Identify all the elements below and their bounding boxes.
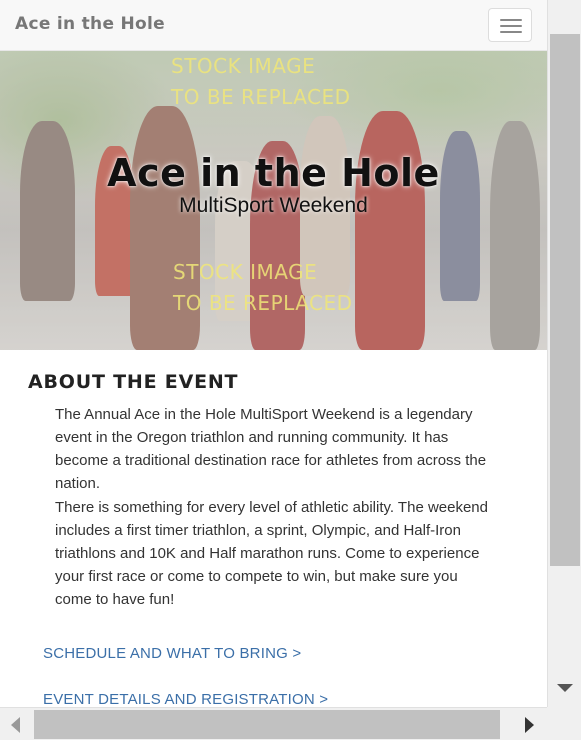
scroll-right-arrow-icon[interactable]: [525, 717, 534, 733]
navbar-brand[interactable]: Ace in the Hole: [15, 14, 165, 34]
schedule-link[interactable]: SCHEDULE AND WHAT TO BRING >: [43, 645, 301, 662]
stock-text-line: TO BE REPLACED: [171, 85, 351, 109]
hamburger-menu-icon[interactable]: [488, 8, 532, 42]
vertical-scrollbar[interactable]: [547, 0, 581, 707]
navbar: Ace in the Hole: [0, 0, 547, 51]
stock-text-line: STOCK IMAGE: [171, 54, 316, 78]
about-paragraph: The Annual Ace in the Hole MultiSport We…: [55, 406, 487, 492]
stock-text-line: STOCK IMAGE: [173, 260, 318, 284]
hero-subtitle: MultiSport Weekend: [179, 194, 368, 217]
registration-link[interactable]: EVENT DETAILS AND REGISTRATION >: [43, 691, 328, 707]
scrollbar-corner: [547, 707, 581, 740]
hero-banner: STOCK IMAGE TO BE REPLACED Ace in the Ho…: [0, 51, 547, 350]
hamburger-bar: [500, 31, 522, 33]
vertical-scroll-thumb[interactable]: [550, 34, 580, 566]
scroll-left-arrow-icon[interactable]: [11, 717, 20, 733]
stock-text-line: TO BE REPLACED: [173, 291, 353, 315]
hero-title: Ace in the Hole: [107, 151, 440, 195]
hamburger-bar: [500, 25, 522, 27]
stock-image-placeholder-text: STOCK IMAGE TO BE REPLACED: [173, 257, 353, 319]
horizontal-scroll-thumb[interactable]: [34, 710, 500, 739]
hamburger-bar: [500, 19, 522, 21]
page-viewport: Ace in the Hole STOCK IMAGE TO BE REPLAC…: [0, 0, 547, 707]
about-paragraph: There is something for every level of at…: [55, 499, 488, 608]
horizontal-scrollbar[interactable]: [0, 707, 547, 740]
stock-image-placeholder-text: STOCK IMAGE TO BE REPLACED: [171, 51, 351, 113]
about-heading: ABOUT THE EVENT: [28, 371, 239, 393]
scroll-down-arrow-icon[interactable]: [557, 684, 573, 692]
